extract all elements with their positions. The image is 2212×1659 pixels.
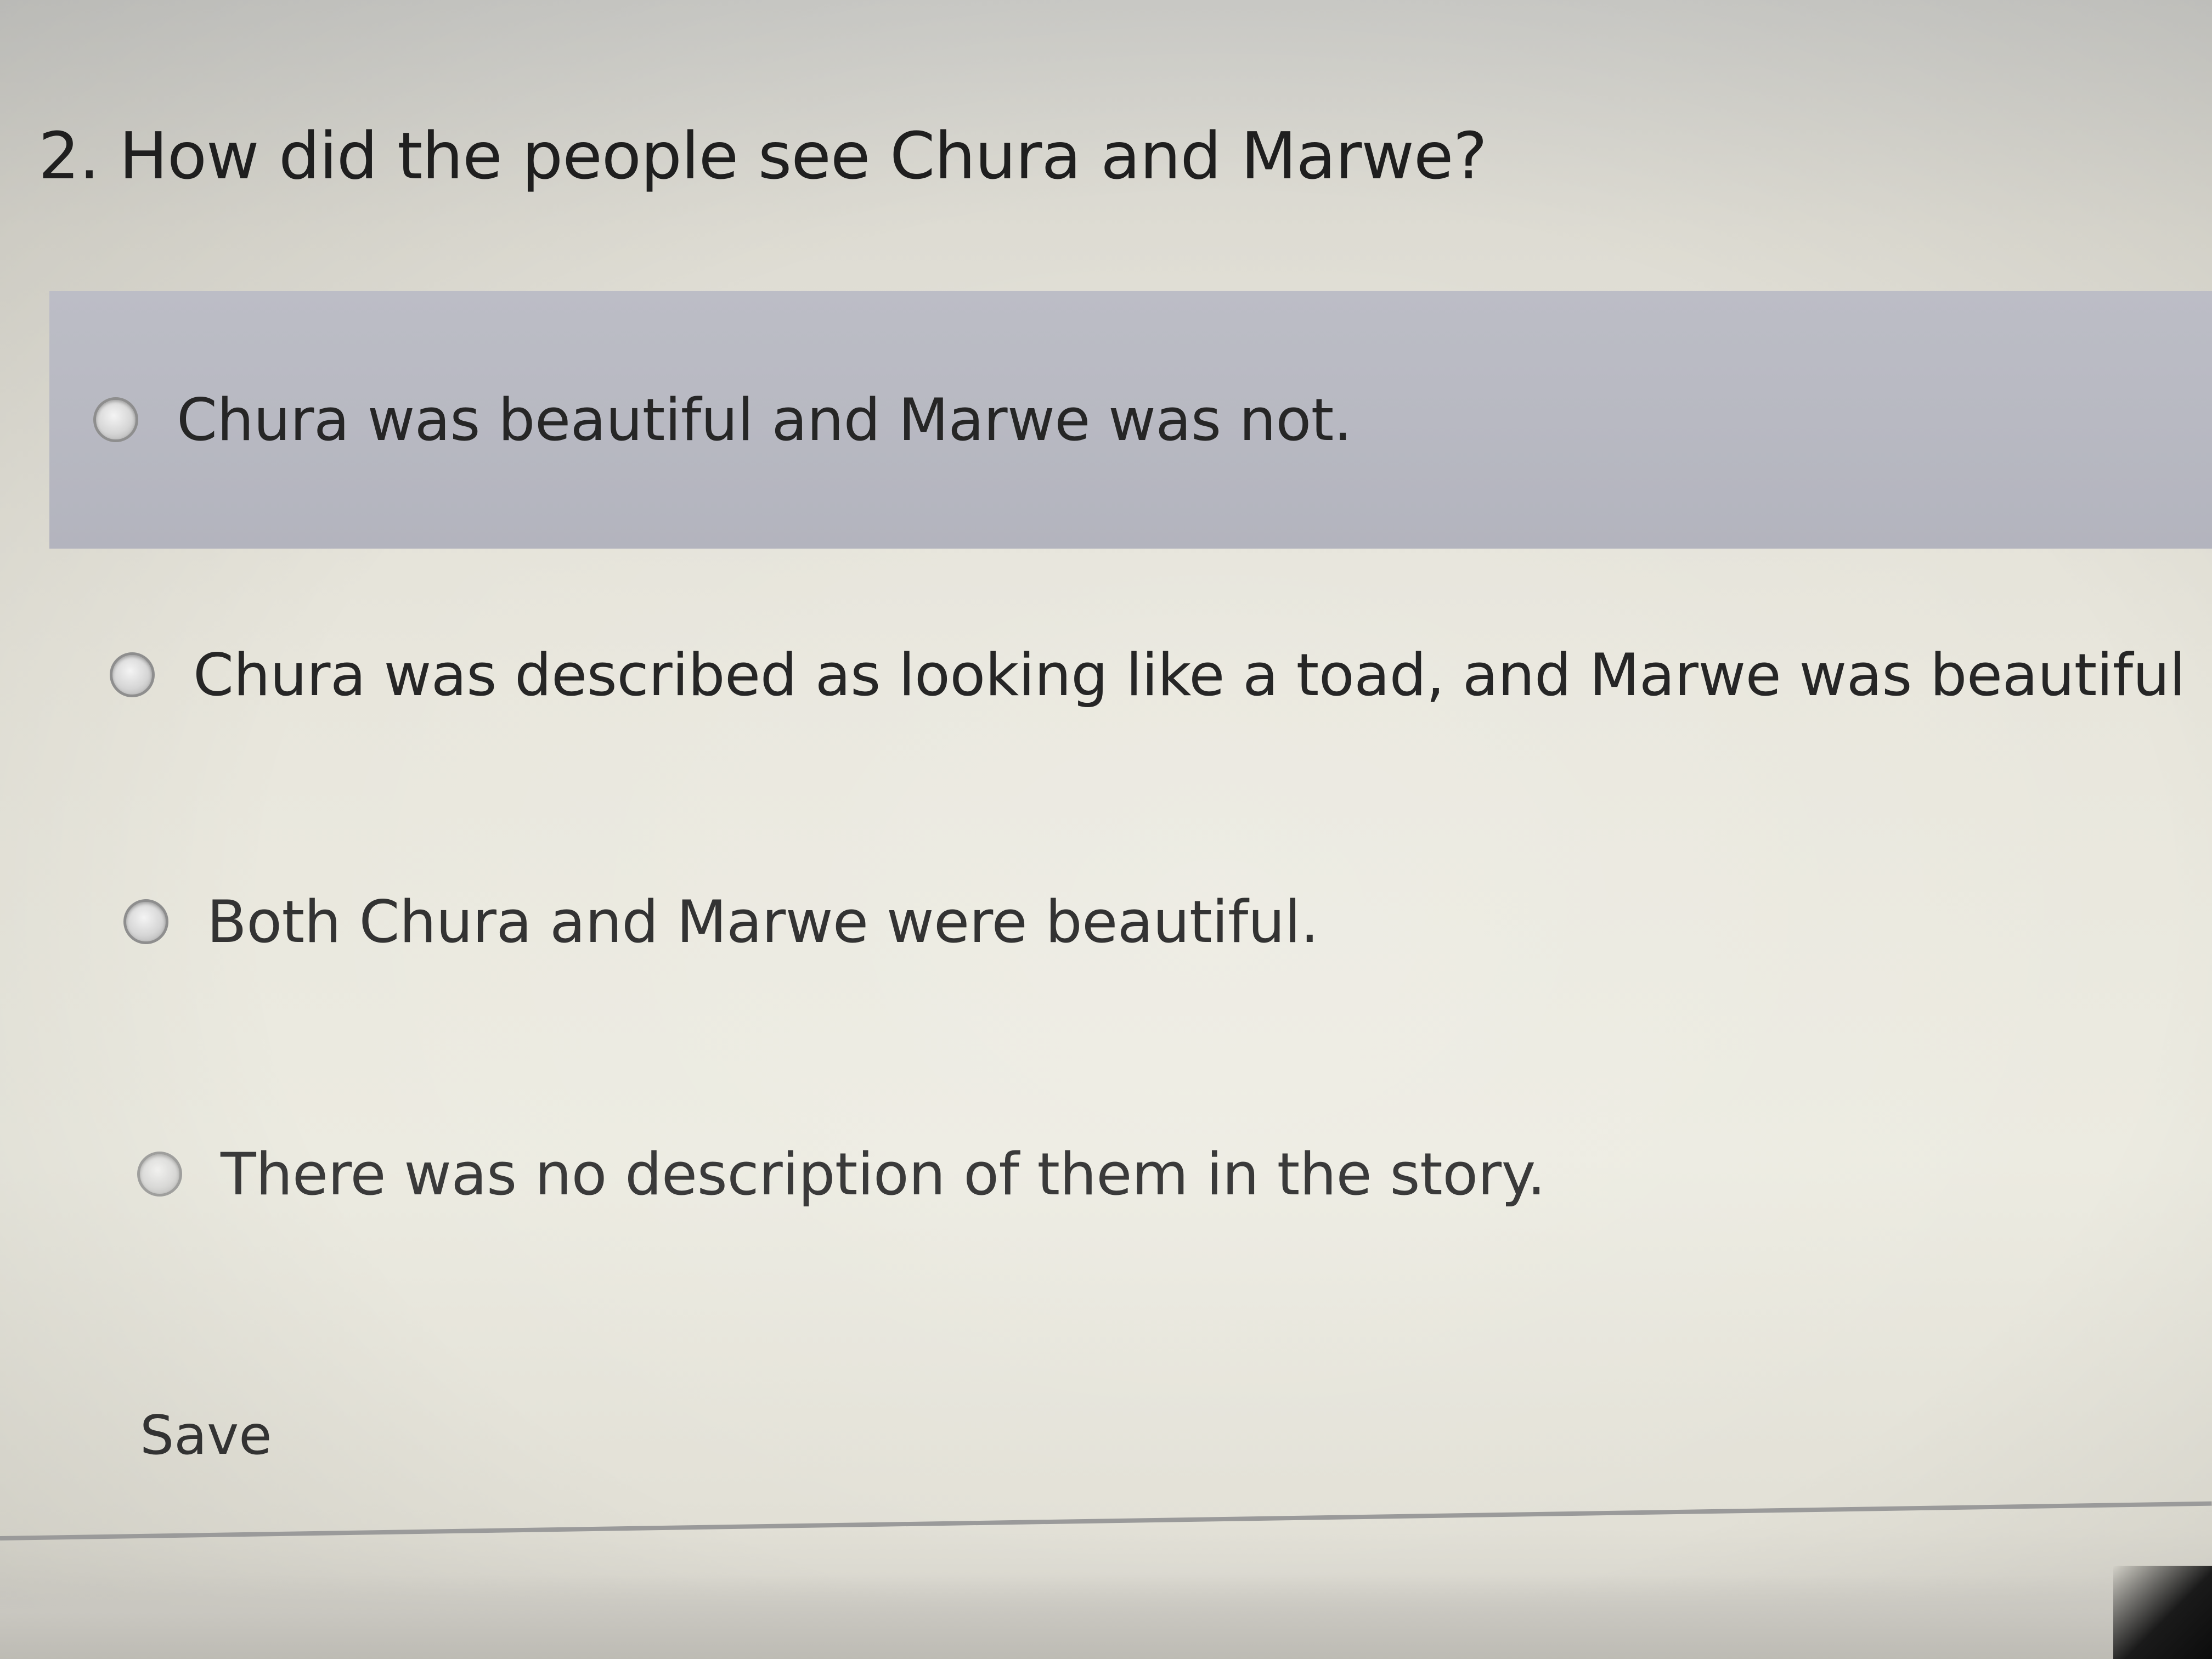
answer-options: Chura was beautiful and Marwe was not. C… xyxy=(0,0,2212,1659)
save-button[interactable]: Save xyxy=(140,1404,272,1467)
option-2[interactable]: Chura was described as looking like a to… xyxy=(110,636,2186,713)
screen-bottom-edge xyxy=(0,1575,2212,1659)
option-1[interactable]: Chura was beautiful and Marwe was not. xyxy=(49,291,2212,549)
radio-button-4[interactable] xyxy=(137,1152,182,1197)
option-4[interactable]: There was no description of them in the … xyxy=(137,1136,1545,1212)
radio-button-2[interactable] xyxy=(110,652,155,697)
option-4-label: There was no description of them in the … xyxy=(221,1140,1545,1208)
option-3[interactable]: Both Chura and Marwe were beautiful. xyxy=(123,883,1319,960)
monitor-bezel xyxy=(2113,1566,2212,1659)
option-3-label: Both Chura and Marwe were beautiful. xyxy=(207,888,1319,956)
option-2-label: Chura was described as looking like a to… xyxy=(193,641,2186,709)
radio-button-3[interactable] xyxy=(123,899,168,944)
option-1-label: Chura was beautiful and Marwe was not. xyxy=(177,386,1352,454)
radio-button-1[interactable] xyxy=(93,397,138,442)
